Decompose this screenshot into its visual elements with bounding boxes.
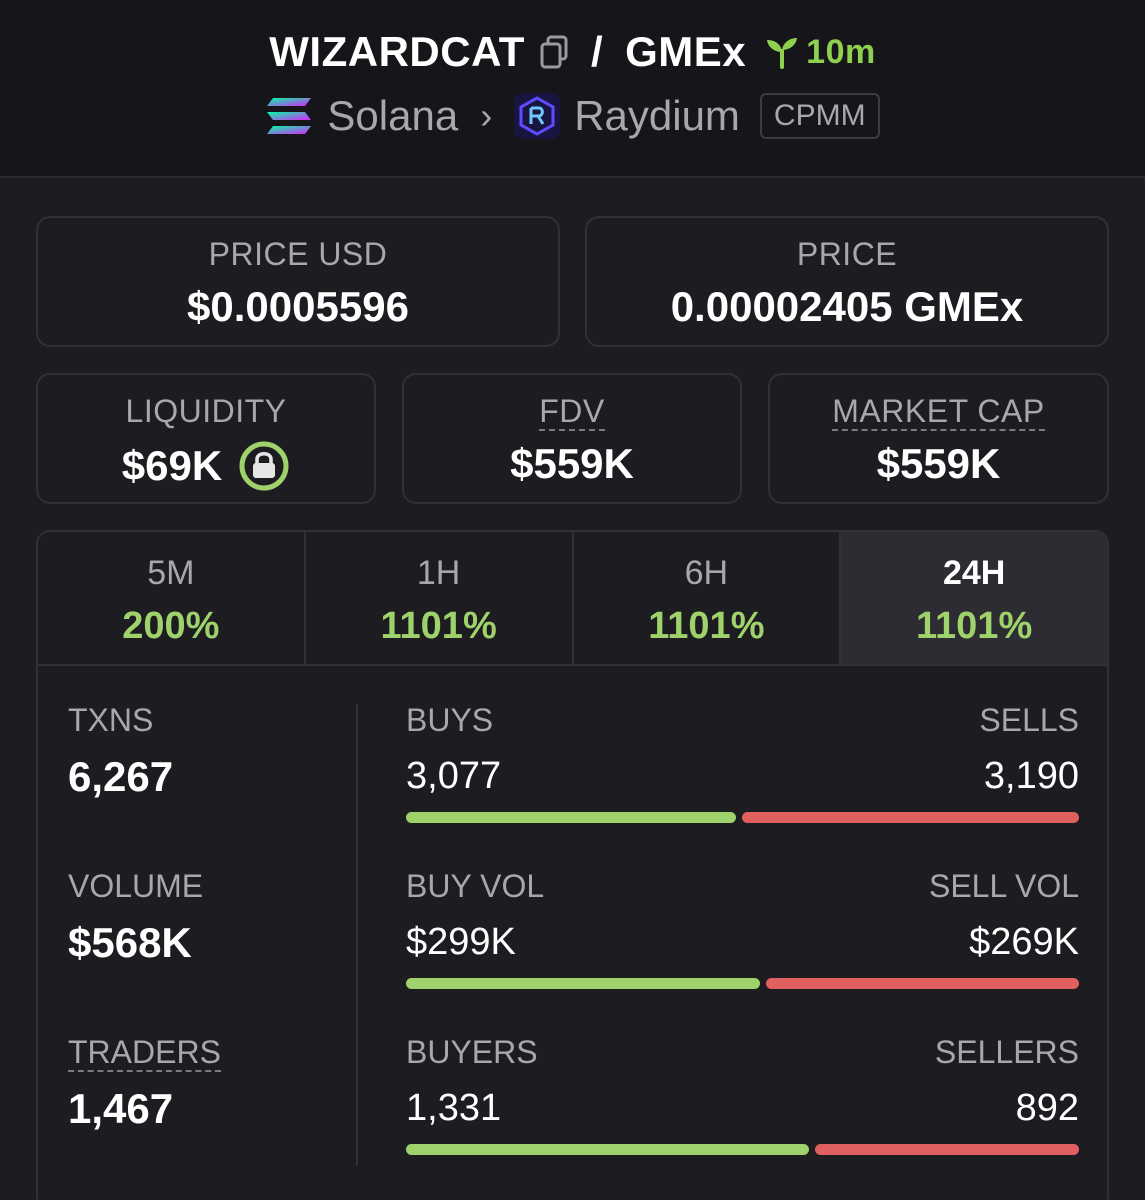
sprout-icon <box>767 38 798 69</box>
makers-split-bar <box>406 1144 1079 1155</box>
sell-vol-value: $269K <box>969 921 1079 963</box>
liquidity-value: $69K <box>121 442 223 489</box>
column-divider <box>356 704 358 1166</box>
volume-split-row: BUY VOL SELL VOL $299K $269K <box>406 868 1079 1034</box>
tab-6h[interactable]: 6H 1101% <box>574 532 842 664</box>
makers-split-row: BUYERS SELLERS 1,331 892 <box>406 1034 1079 1200</box>
price-usd-card: PRICE USD $0.0005596 <box>36 216 560 347</box>
market-cap-card: MARKET CAP $559K <box>768 373 1109 504</box>
pair-title-row: WIZARDCAT / GMEx 10m <box>0 28 1145 76</box>
chevron-right-icon: › <box>480 95 493 136</box>
sell-vol-label: SELL VOL <box>928 868 1079 904</box>
tab-label: 24H <box>942 554 1006 592</box>
tab-change: 200% <box>122 605 220 647</box>
copy-icon[interactable] <box>539 35 569 69</box>
price-native-card: PRICE 0.00002405 GMEx <box>585 216 1109 347</box>
buy-bar <box>406 978 760 989</box>
market-cap-value: $559K <box>876 440 1001 487</box>
lock-icon[interactable] <box>238 440 290 492</box>
pair-header: WIZARDCAT / GMEx 10m Solana › Raydium CP… <box>0 0 1145 178</box>
pair-age: 10m <box>806 32 876 71</box>
tab-label: 6H <box>684 554 729 592</box>
chain-name[interactable]: Solana <box>327 92 458 140</box>
buys-sells-bar <box>406 812 1079 823</box>
volume-label: VOLUME <box>68 868 204 904</box>
txns-label: TXNS <box>68 702 154 738</box>
tab-24h[interactable]: 24H 1101% <box>841 532 1107 664</box>
totals-column: TXNS 6,267 VOLUME $568K TRADERS 1,467 <box>68 702 358 1200</box>
sells-value: 3,190 <box>983 755 1079 797</box>
market-cap-label[interactable]: MARKET CAP <box>770 393 1107 431</box>
tab-5m[interactable]: 5M 200% <box>38 532 306 664</box>
tab-label: 1H <box>416 554 461 592</box>
sell-bar <box>765 978 1079 989</box>
txns-value: 6,267 <box>68 753 174 800</box>
quote-symbol: GMEx <box>625 28 747 75</box>
buy-bar <box>406 1144 810 1155</box>
tab-change: 1101% <box>380 605 497 647</box>
pair-separator: / <box>590 28 604 75</box>
txns-stat: TXNS 6,267 <box>68 702 358 868</box>
liquidity-card: LIQUIDITY $69K <box>36 373 376 504</box>
solana-logo-icon[interactable] <box>265 96 313 136</box>
volume-split-bar <box>406 978 1079 989</box>
tab-1h[interactable]: 1H 1101% <box>306 532 574 664</box>
liquidity-value-row: $69K <box>38 440 374 492</box>
price-usd-value: $0.0005596 <box>187 283 409 330</box>
buyers-value: 1,331 <box>406 1087 502 1129</box>
price-native-label: PRICE <box>796 236 898 272</box>
price-usd-label: PRICE USD <box>208 236 388 272</box>
sellers-label: SELLERS <box>934 1034 1079 1070</box>
token-symbol: WIZARDCAT <box>269 28 525 75</box>
sells-label: SELLS <box>979 702 1079 738</box>
buy-sell-column: BUYS SELLS 3,077 3,190 BUY VOL SELL VOL … <box>406 702 1079 1200</box>
liquidity-label: LIQUIDITY <box>125 393 287 429</box>
sell-bar <box>742 812 1079 823</box>
traders-value: 1,467 <box>68 1085 174 1132</box>
stats-panel: 5M 200% 1H 1101% 6H 1101% 24H 1101% TXNS… <box>36 530 1109 1200</box>
volume-value: $568K <box>68 919 192 966</box>
buyers-label: BUYERS <box>406 1034 538 1070</box>
price-native-value: 0.00002405 GMEx <box>670 283 1024 330</box>
fdv-value: $559K <box>510 440 634 487</box>
fdv-label[interactable]: FDV <box>404 393 740 431</box>
pair-age-badge: 10m <box>764 33 876 72</box>
buy-bar <box>406 812 737 823</box>
dex-name[interactable]: Raydium <box>574 92 740 140</box>
tab-label: 5M <box>147 554 195 592</box>
buys-value: 3,077 <box>406 755 502 797</box>
tab-change: 1101% <box>916 605 1033 647</box>
buys-sells-row: BUYS SELLS 3,077 3,190 <box>406 702 1079 868</box>
traders-label[interactable]: TRADERS <box>68 1034 358 1072</box>
chain-row: Solana › Raydium CPMM <box>0 92 1145 140</box>
sell-bar <box>815 1144 1079 1155</box>
tab-change: 1101% <box>648 605 765 647</box>
sellers-value: 892 <box>1015 1087 1079 1129</box>
fdv-card: FDV $559K <box>402 373 742 504</box>
traders-stat: TRADERS 1,467 <box>68 1034 358 1200</box>
timeframe-tabs: 5M 200% 1H 1101% 6H 1101% 24H 1101% <box>38 532 1107 666</box>
buys-label: BUYS <box>406 702 494 738</box>
buy-vol-value: $299K <box>406 921 516 963</box>
volume-stat: VOLUME $568K <box>68 868 358 1034</box>
raydium-logo-icon[interactable] <box>514 93 561 139</box>
pool-type-badge: CPMM <box>759 93 880 139</box>
buy-vol-label: BUY VOL <box>406 868 545 904</box>
